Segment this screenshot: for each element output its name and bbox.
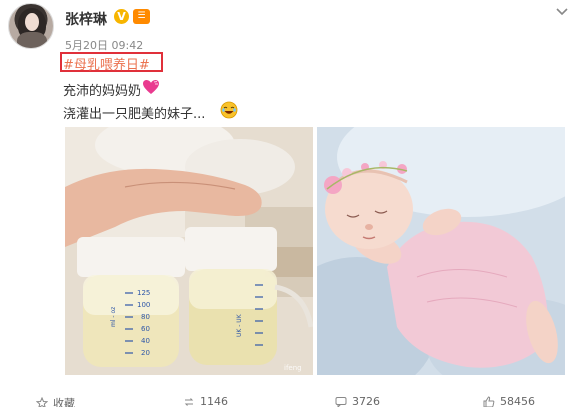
bottle-mark-40: 40 bbox=[141, 337, 150, 345]
bottle-mark-125: 125 bbox=[137, 289, 150, 297]
favorite-icon bbox=[36, 397, 48, 407]
hashtag-link[interactable]: #母乳喂养日# bbox=[63, 54, 150, 73]
laugh-icon bbox=[220, 101, 238, 119]
photo-milk-bottles[interactable]: 125 100 80 60 40 20 ml - oz UK - UK bbox=[65, 127, 313, 375]
like-count: 58456 bbox=[500, 395, 535, 407]
comment-icon bbox=[335, 396, 347, 407]
bottle-side-text: ml - oz bbox=[110, 307, 117, 327]
bottle-mark-100: 100 bbox=[137, 301, 150, 309]
action-bar: 收藏 1146 3726 58456 bbox=[0, 393, 583, 407]
bottle-right-text: UK - UK bbox=[236, 313, 243, 337]
verify-icon: V bbox=[114, 9, 129, 24]
image-watermark: ifeng bbox=[284, 364, 302, 372]
author-name[interactable]: 张梓琳 bbox=[65, 9, 107, 29]
vip-icon: ☰ bbox=[133, 9, 150, 24]
post-text-line1: 充沛的妈妈奶 bbox=[63, 84, 142, 99]
repost-count: 1146 bbox=[200, 395, 228, 407]
bottle-mark-60: 60 bbox=[141, 325, 150, 333]
comment-count: 3726 bbox=[352, 395, 380, 407]
chevron-down-icon[interactable] bbox=[555, 4, 569, 18]
like-icon bbox=[483, 395, 495, 407]
heart-icon bbox=[143, 80, 159, 94]
repost-icon bbox=[184, 397, 194, 406]
avatar[interactable] bbox=[8, 3, 54, 49]
repost-button[interactable]: 1146 bbox=[183, 395, 228, 407]
bottle-mark-20: 20 bbox=[141, 349, 150, 357]
post-timestamp[interactable]: 5月20日 09:42 bbox=[65, 37, 143, 53]
favorite-label: 收藏 bbox=[53, 397, 75, 407]
bottle-mark-80: 80 bbox=[141, 313, 150, 321]
post-text-line2: 浇灌出一只肥美的妹子... bbox=[63, 107, 206, 122]
like-button[interactable]: 58456 bbox=[483, 395, 535, 407]
photo-sleeping-baby[interactable] bbox=[317, 127, 565, 375]
favorite-button[interactable]: 收藏 bbox=[36, 395, 75, 407]
comment-button[interactable]: 3726 bbox=[335, 395, 380, 407]
